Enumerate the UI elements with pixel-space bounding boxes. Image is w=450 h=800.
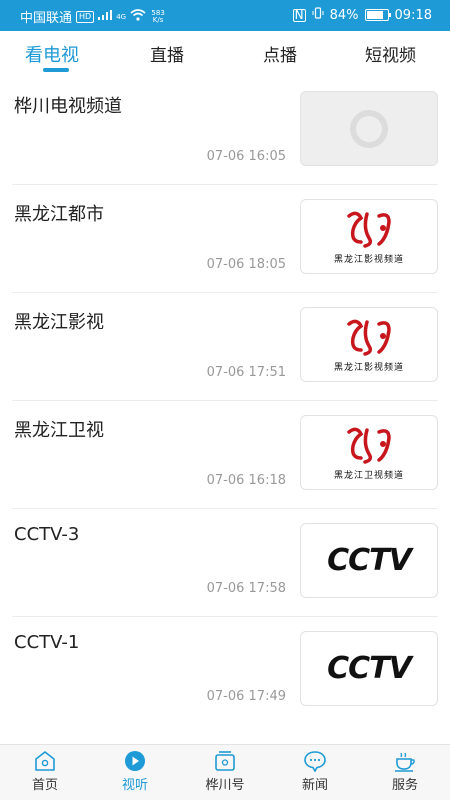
hd-badge: HD xyxy=(76,10,95,23)
status-left: 中国联通 HD 4G 583 K/s xyxy=(20,7,166,26)
hlj-logo: 黑龙江卫视频道 xyxy=(334,424,404,481)
channel-time: 07-06 17:49 xyxy=(206,689,286,704)
logo-caption: 黑龙江影视频道 xyxy=(333,255,404,265)
vibrate-icon xyxy=(312,7,324,23)
loading-ring-icon xyxy=(350,109,388,148)
battery-percent: 84% xyxy=(329,7,359,23)
channel-name: 黑龙江卫视 xyxy=(14,420,104,441)
network-type: 4G xyxy=(116,12,127,21)
carrier-label: 中国联通 xyxy=(20,11,73,26)
chat-bubble-icon xyxy=(304,751,326,772)
cup-icon xyxy=(395,752,415,772)
nav-label: 桦川号 xyxy=(205,778,245,793)
channel-thumbnail[interactable]: 黑龙江影视频道 xyxy=(300,199,438,274)
channel-row[interactable]: 黑龙江都市 07-06 18:05 黑龙江影视频道 xyxy=(12,185,438,293)
channel-name: CCTV-3 xyxy=(14,524,80,545)
channel-name: 黑龙江影视 xyxy=(14,312,104,333)
nav-huachuan-account[interactable]: 桦川号 xyxy=(190,750,260,793)
channel-thumbnail[interactable]: CCTV xyxy=(300,631,438,706)
home-icon xyxy=(35,751,55,771)
play-icon xyxy=(125,751,145,771)
status-bar: 中国联通 HD 4G 583 K/s N 84% 09:18 xyxy=(0,0,450,31)
channel-row[interactable]: 黑龙江卫视 07-06 16:18 黑龙江卫视频道 xyxy=(12,401,438,509)
channel-time: 07-06 16:18 xyxy=(206,473,286,488)
hlj-logo-icon xyxy=(347,319,391,356)
hlj-logo: 黑龙江影视频道 xyxy=(334,316,404,373)
channel-time: 07-06 16:05 xyxy=(206,149,286,164)
top-tabs: 看电视 直播 点播 短视频 xyxy=(0,31,450,77)
hlj-logo: 黑龙江影视频道 xyxy=(334,208,404,265)
channel-row[interactable]: 桦川电视频道 07-06 16:05 xyxy=(12,77,438,185)
channel-row[interactable]: CCTV-3 07-06 17:58 CCTV xyxy=(12,509,438,617)
nav-services[interactable]: 服务 xyxy=(370,750,440,793)
channel-time: 07-06 17:58 xyxy=(206,581,286,596)
channel-time: 07-06 18:05 xyxy=(206,257,286,272)
nav-label: 新闻 xyxy=(301,778,328,793)
tab-live[interactable]: 直播 xyxy=(150,41,184,66)
hlj-logo-icon xyxy=(347,427,391,464)
clock: 09:18 xyxy=(394,7,432,23)
status-right: N 84% 09:18 xyxy=(292,7,432,23)
nav-home[interactable]: 首页 xyxy=(10,750,80,793)
net-speed: 583 K/s xyxy=(150,9,166,24)
channel-name: 黑龙江都市 xyxy=(14,204,104,225)
nav-label: 视听 xyxy=(121,778,148,793)
channel-thumbnail[interactable]: 黑龙江影视频道 xyxy=(300,307,438,382)
tab-indicator xyxy=(43,68,69,72)
channel-name: CCTV-1 xyxy=(14,632,80,653)
nav-audio-video[interactable]: 视听 xyxy=(100,750,170,793)
tab-short-video[interactable]: 短视频 xyxy=(365,41,416,66)
channel-thumbnail[interactable]: CCTV xyxy=(300,523,438,598)
signal-icon xyxy=(98,10,113,23)
channel-row[interactable]: 黑龙江影视 07-06 17:51 黑龙江影视频道 xyxy=(12,293,438,401)
nav-news[interactable]: 新闻 xyxy=(280,750,350,793)
nfc-icon: N xyxy=(292,7,306,22)
cctv-logo: CCTV xyxy=(327,543,412,578)
net-speed-unit: K/s xyxy=(152,15,164,24)
bottom-nav: 首页 视听 桦川号 新闻 服务 xyxy=(0,744,450,800)
logo-caption: 黑龙江影视频道 xyxy=(333,363,404,373)
channel-list: 桦川电视频道 07-06 16:05 黑龙江都市 07-06 18:05 黑龙江… xyxy=(0,77,450,724)
channel-name: 桦川电视频道 xyxy=(14,96,122,117)
nav-label: 首页 xyxy=(31,778,58,793)
tv-box-icon xyxy=(215,751,235,771)
logo-caption: 黑龙江卫视频道 xyxy=(333,471,404,481)
wifi-icon xyxy=(130,8,146,25)
nav-label: 服务 xyxy=(391,778,418,793)
battery-fill xyxy=(366,11,384,19)
cctv-logo: CCTV xyxy=(327,651,412,686)
battery-icon xyxy=(364,9,391,21)
channel-row[interactable]: CCTV-1 07-06 17:49 CCTV xyxy=(12,617,438,724)
hlj-logo-icon xyxy=(347,211,391,248)
channel-thumbnail[interactable]: 黑龙江卫视频道 xyxy=(300,415,438,490)
tab-on-demand[interactable]: 点播 xyxy=(263,41,297,66)
tab-watch-tv[interactable]: 看电视 xyxy=(25,41,79,67)
channel-time: 07-06 17:51 xyxy=(206,365,286,380)
channel-thumbnail[interactable] xyxy=(300,91,438,166)
